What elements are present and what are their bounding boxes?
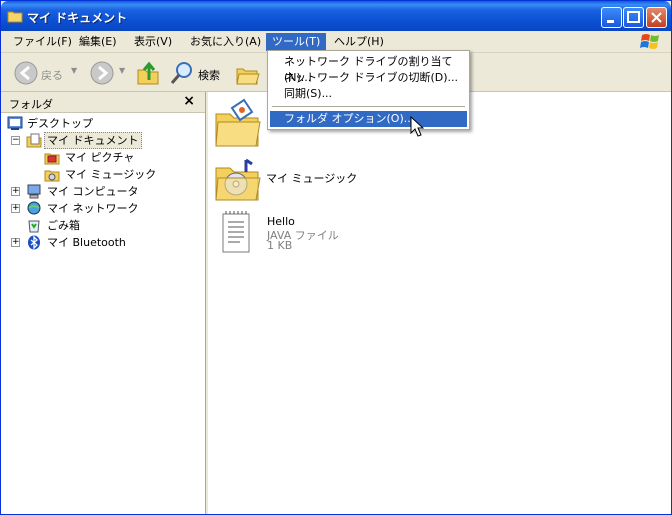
menu-item-map-network-drive[interactable]: ネットワーク ドライブの割り当て(N)... xyxy=(270,54,467,84)
tree-item-label: マイ ミュージック xyxy=(65,168,157,181)
minimize-icon xyxy=(607,20,614,23)
tree-item-my-network[interactable]: + マイ ネットワーク xyxy=(11,200,201,217)
minimize-button[interactable] xyxy=(601,7,622,28)
file-item-hello[interactable]: Hello JAVA ファイル 1 KB xyxy=(220,210,470,260)
back-arrow-icon xyxy=(14,61,38,85)
windows-logo-icon xyxy=(640,34,659,49)
tools-menu: ネットワーク ドライブの割り当て(N)... ネットワーク ドライブの切断(D)… xyxy=(267,50,470,130)
maximize-button[interactable] xyxy=(623,7,644,28)
menu-tools[interactable]: ツール(T) xyxy=(266,33,327,51)
tree-item-label: マイ コンピュータ xyxy=(47,185,139,198)
my-music-icon xyxy=(44,170,60,182)
tree-item-my-bluetooth[interactable]: + マイ Bluetooth xyxy=(11,234,201,251)
back-button[interactable]: 戻る ▼ xyxy=(11,58,81,88)
tree-item-label: ごみ箱 xyxy=(47,219,80,232)
tree-item-my-documents[interactable]: − マイ ドキュメント xyxy=(11,132,201,149)
menu-help[interactable]: ヘルプ(H) xyxy=(328,33,390,51)
special-folder-icon xyxy=(215,98,261,147)
title-bar[interactable]: マイ ドキュメント xyxy=(1,1,671,31)
folder-pane: フォルダ × デスクトップ − マイ ドキュメント マイ ピクチャ マイ ミュー… xyxy=(1,92,206,514)
folders-button[interactable] xyxy=(231,58,265,88)
mouse-cursor-icon xyxy=(410,116,424,137)
folder-pane-header: フォルダ × xyxy=(1,92,205,113)
menu-edit[interactable]: 編集(E) xyxy=(73,33,123,51)
music-folder-icon xyxy=(215,158,261,201)
folder-pane-close-icon[interactable]: × xyxy=(183,93,195,109)
back-label: 戻る xyxy=(41,69,63,82)
tree-item-my-computer[interactable]: + マイ コンピュータ xyxy=(11,183,201,200)
menu-view[interactable]: 表示(V) xyxy=(128,33,178,51)
my-computer-icon xyxy=(27,184,41,199)
item-name: マイ ミュージック xyxy=(266,172,358,185)
folder-pane-title: フォルダ xyxy=(9,98,53,111)
search-button[interactable]: 検索 xyxy=(167,58,227,88)
up-folder-icon xyxy=(137,61,159,85)
desktop-icon xyxy=(7,116,23,130)
folders-icon xyxy=(236,68,260,85)
menu-separator xyxy=(272,106,465,107)
expand-icon[interactable]: + xyxy=(11,238,20,247)
maximize-icon xyxy=(627,11,640,23)
tree-item-label: マイ ピクチャ xyxy=(65,151,135,164)
forward-dropdown-icon: ▼ xyxy=(119,66,126,75)
content-pane: マイ ミュージック Hello JAVA ファイル 1 KB xyxy=(208,92,671,514)
folder-item-partial[interactable] xyxy=(214,98,264,152)
close-button[interactable] xyxy=(646,7,667,28)
tree-item-label: マイ ドキュメント xyxy=(44,132,142,149)
search-label: 検索 xyxy=(198,69,220,82)
tree-item-my-pictures[interactable]: マイ ピクチャ xyxy=(44,149,194,166)
my-network-icon xyxy=(27,201,41,215)
menu-favorites[interactable]: お気に入り(A) xyxy=(184,33,267,51)
tree-item-label: デスクトップ xyxy=(27,117,93,130)
recycle-bin-icon xyxy=(28,220,40,233)
close-icon xyxy=(651,12,662,23)
tree-item-desktop[interactable]: デスクトップ xyxy=(7,115,197,132)
expand-icon[interactable]: + xyxy=(11,204,20,213)
my-documents-icon xyxy=(26,133,42,148)
folder-icon xyxy=(7,11,23,23)
collapse-icon[interactable]: − xyxy=(11,136,20,145)
menu-file[interactable]: ファイル(F) xyxy=(7,33,78,51)
explorer-window: マイ ドキュメント ファイル(F) 編集(E) 表示(V) お気に入り(A) ツ… xyxy=(0,0,672,515)
tree-item-my-music[interactable]: マイ ミュージック xyxy=(44,166,194,183)
expand-icon[interactable]: + xyxy=(11,187,20,196)
search-icon xyxy=(170,62,192,84)
window-title: マイ ドキュメント xyxy=(27,11,128,25)
java-file-icon xyxy=(222,211,250,253)
back-dropdown-icon: ▼ xyxy=(71,66,78,75)
item-size: 1 KB xyxy=(267,239,293,252)
bluetooth-icon xyxy=(28,235,40,250)
folder-item-my-music[interactable]: マイ ミュージック xyxy=(214,156,464,204)
menu-item-disconnect-network-drive[interactable]: ネットワーク ドライブの切断(D)... xyxy=(270,70,467,86)
forward-arrow-icon xyxy=(90,61,114,85)
tree-item-label: マイ ネットワーク xyxy=(47,202,139,215)
forward-button[interactable]: ▼ xyxy=(87,58,129,88)
up-folder-button[interactable] xyxy=(133,58,163,88)
menu-item-folder-options[interactable]: フォルダ オプション(O)... xyxy=(270,111,467,127)
menu-item-synchronize[interactable]: 同期(S)... xyxy=(270,86,467,102)
my-pictures-icon xyxy=(44,153,60,165)
tree-item-recycle-bin[interactable]: ごみ箱 xyxy=(26,217,196,234)
tree-item-label: マイ Bluetooth xyxy=(47,236,126,249)
